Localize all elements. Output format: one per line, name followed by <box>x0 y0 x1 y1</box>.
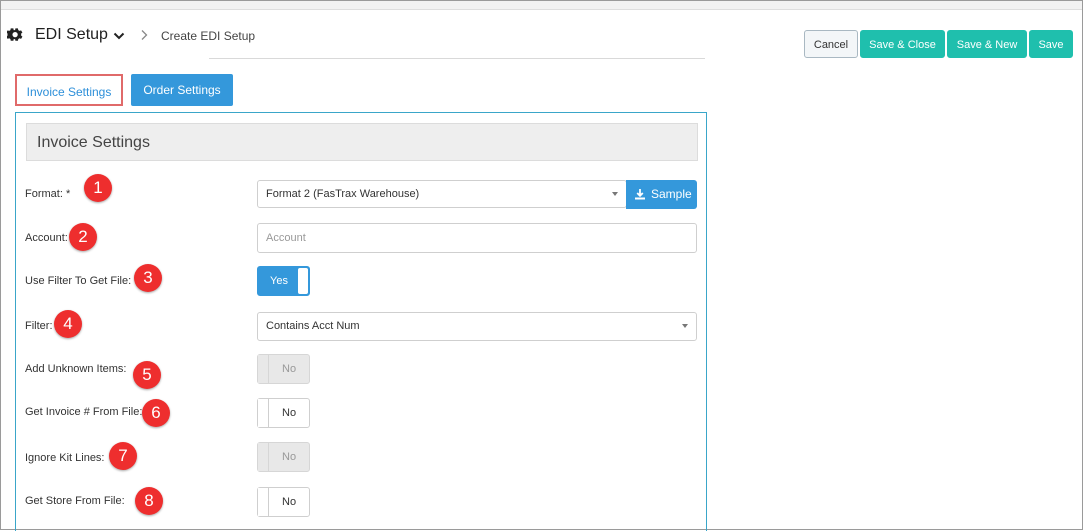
callout-badge: 1 <box>84 174 112 202</box>
callout-badge: 7 <box>109 442 137 470</box>
dropdown-arrow-icon <box>682 324 688 328</box>
filter-select-value: Contains Acct Num <box>266 320 360 332</box>
top-strip <box>1 1 1082 10</box>
toggle-knob <box>298 268 308 294</box>
chevron-down-icon[interactable] <box>113 31 125 41</box>
callout-badge: 8 <box>135 487 163 515</box>
save-button[interactable]: Save <box>1029 30 1073 58</box>
add-unknown-items-toggle: No <box>257 354 310 384</box>
toggle-knob <box>258 488 269 516</box>
toggle-knob <box>258 399 269 427</box>
sample-button[interactable]: Sample <box>626 180 697 209</box>
save-new-button[interactable]: Save & New <box>947 30 1027 58</box>
save-close-button[interactable]: Save & Close <box>860 30 945 58</box>
toggle-label: No <box>282 407 297 419</box>
callout-badge: 6 <box>142 399 170 427</box>
header-divider <box>209 58 705 59</box>
download-icon <box>635 189 645 200</box>
app-title[interactable]: EDI Setup <box>35 26 108 44</box>
tab-invoice-settings[interactable]: Invoice Settings <box>15 74 123 106</box>
ignore-kit-lines-label: Ignore Kit Lines: <box>25 452 105 464</box>
toggle-knob <box>258 443 269 471</box>
add-unknown-items-label: Add Unknown Items: <box>25 363 127 375</box>
get-invoice-from-file-label: Get Invoice # From File: <box>25 406 143 418</box>
toggle-label: No <box>282 496 297 508</box>
chevron-right-icon <box>141 30 148 40</box>
callout-badge: 4 <box>54 310 82 338</box>
panel-title: Invoice Settings <box>37 134 150 151</box>
filter-label: Filter: <box>25 320 53 332</box>
toggle-label: No <box>282 363 297 375</box>
get-store-from-file-label: Get Store From File: <box>25 495 125 507</box>
use-filter-toggle[interactable]: Yes <box>257 266 310 296</box>
toggle-knob <box>258 355 269 383</box>
breadcrumb: Create EDI Setup <box>161 29 256 43</box>
format-label: Format: * <box>25 188 71 200</box>
dropdown-arrow-icon <box>612 192 618 196</box>
cancel-button[interactable]: Cancel <box>804 30 858 58</box>
ignore-kit-lines-toggle: No <box>257 442 310 472</box>
format-select[interactable]: Format 2 (FasTrax Warehouse) <box>257 180 627 208</box>
account-label: Account: <box>25 232 68 244</box>
get-invoice-from-file-toggle[interactable]: No <box>257 398 310 428</box>
toggle-label: No <box>282 451 297 463</box>
panel-header: Invoice Settings <box>26 123 698 161</box>
gear-icon[interactable] <box>7 27 23 43</box>
use-filter-label: Use Filter To Get File: <box>25 275 132 287</box>
account-input[interactable] <box>257 223 697 253</box>
format-select-value: Format 2 (FasTrax Warehouse) <box>266 188 420 200</box>
callout-badge: 3 <box>134 264 162 292</box>
sample-button-label: Sample <box>651 187 692 201</box>
toggle-label: Yes <box>270 275 288 287</box>
page-header: EDI Setup Create EDI Setup Cancel Save &… <box>1 10 1082 60</box>
callout-badge: 5 <box>133 361 161 389</box>
callout-badge: 2 <box>69 223 97 251</box>
tab-order-settings[interactable]: Order Settings <box>131 74 233 106</box>
app-window: EDI Setup Create EDI Setup Cancel Save &… <box>0 0 1083 531</box>
get-store-from-file-toggle[interactable]: No <box>257 487 310 517</box>
filter-select[interactable]: Contains Acct Num <box>257 312 697 341</box>
